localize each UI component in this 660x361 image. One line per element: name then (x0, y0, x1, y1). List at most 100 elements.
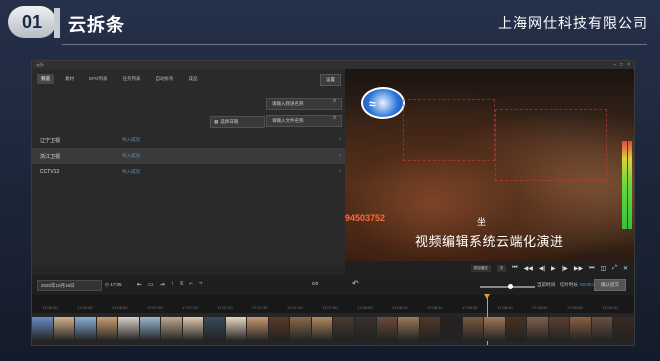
step-forward-icon[interactable]: |▶ (562, 265, 568, 272)
chevron-right-icon: › (339, 169, 341, 175)
thumbnail[interactable] (398, 317, 419, 341)
thumbnail[interactable] (268, 317, 290, 341)
thumbnail[interactable] (484, 317, 505, 341)
time-value: 17:05 (110, 282, 122, 287)
thumbnail[interactable] (462, 317, 484, 341)
jump-start-icon[interactable]: ⇤ (137, 281, 142, 288)
thumbnail[interactable] (96, 317, 118, 341)
company-name: 上海网仕科技有限公司 (498, 15, 648, 31)
toggle-button[interactable]: 关 (496, 264, 507, 272)
time-input[interactable]: ◷ 17:05 (105, 280, 121, 289)
tab-epg[interactable]: EPG列表 (85, 74, 112, 84)
channel-row[interactable]: 辽宁卫视 导入成功 › (32, 132, 345, 148)
zoom-slider[interactable] (480, 284, 535, 289)
thumbnail[interactable] (441, 317, 462, 341)
film-icon[interactable]: ▭ (148, 281, 154, 288)
date-picker[interactable]: ▦ 选择日期 (210, 116, 265, 128)
subtitle-main: 视频编辑系统云端化演进 (415, 234, 564, 249)
date-picker-label: 选择日期 (220, 119, 239, 124)
minimize-icon[interactable]: – (613, 62, 616, 68)
thumbnail[interactable] (53, 317, 75, 341)
ruler-tick-label: 17:06:50 (112, 305, 128, 310)
file-search-input[interactable]: 请输入文件名称 (266, 115, 342, 127)
thumbnail[interactable] (527, 317, 548, 341)
tab-tasks[interactable]: 任务列表 (119, 74, 145, 84)
submit-button[interactable]: 确认提交 (594, 279, 626, 291)
thumbnail-strip[interactable] (32, 317, 634, 341)
search-icon[interactable]: ⌕ (333, 98, 336, 105)
ruler-tick-label: 17:06:40 (77, 305, 93, 310)
close-icon[interactable]: × (627, 62, 630, 68)
ruler-tick-label: 17:09:00 (567, 305, 583, 310)
ruler-tick-label: 17:08:50 (532, 305, 548, 310)
watermark-number: 94503752 (345, 213, 386, 223)
mark-in-icon[interactable]: ⌐ (189, 281, 193, 288)
header-rule (62, 44, 647, 45)
timeline-ruler[interactable]: 17:06:30 17:06:40 17:06:50 17:07:00 17:07:10… (32, 295, 634, 313)
ruler-tick-label: 17:07:00 (147, 305, 163, 310)
mark-out-icon[interactable]: ¬ (199, 281, 203, 288)
thumbnail[interactable] (548, 317, 570, 341)
channel-search-input[interactable]: 请输入频道名称 (266, 98, 342, 110)
tab-auto-split[interactable]: 自动拆条 (152, 74, 178, 84)
thumbnail[interactable] (182, 317, 204, 341)
thumbnail[interactable] (505, 317, 527, 341)
fast-forward-icon[interactable]: ▶▶ (574, 265, 583, 272)
wave-logo-icon: ≈ (369, 97, 376, 111)
app-titlebar: 云拆 – □ × (32, 61, 634, 69)
original-play-button[interactable]: 原始播放 (470, 264, 491, 272)
thumbnail[interactable] (311, 317, 333, 341)
thumbnail[interactable] (376, 317, 398, 341)
channel-row[interactable]: 浙江卫视 导入成功 › (32, 148, 345, 164)
maximize-icon[interactable]: □ (620, 62, 623, 68)
undo-icon[interactable]: ↶ (352, 279, 359, 288)
skip-forward-icon[interactable]: ⏭ (589, 265, 594, 272)
thumbnail[interactable] (118, 317, 139, 341)
cut-in-icon[interactable]: ↑ (171, 281, 174, 288)
thumbnail[interactable] (247, 317, 268, 341)
fullscreen-icon[interactable]: ⤢ (612, 265, 617, 272)
window-title: 云拆 (36, 62, 44, 67)
rewind-icon[interactable]: ◀◀ (524, 265, 533, 272)
tab-material[interactable]: 素材 (61, 74, 78, 84)
menu-icon[interactable]: ≡ (180, 281, 184, 288)
thumbnail[interactable] (75, 317, 96, 341)
chevron-right-icon: › (339, 137, 341, 143)
volume-icon[interactable]: ◫ (600, 265, 606, 272)
tab-channel[interactable]: 频道 (37, 74, 54, 84)
thumbnail[interactable] (161, 317, 182, 341)
thumbnail[interactable] (290, 317, 311, 341)
window-controls: – □ × (613, 62, 630, 68)
thumbnail[interactable] (419, 317, 441, 341)
ruler-tick-label: 17:07:30 (252, 305, 268, 310)
ruler-tick-label: 17:09:10 (602, 305, 618, 310)
ruler-tick-label: 17:07:10 (182, 305, 198, 310)
thumbnail[interactable] (225, 317, 247, 341)
step-back-icon[interactable]: ◀| (539, 265, 545, 272)
thumbnail[interactable] (354, 317, 376, 341)
thumbnail[interactable] (570, 317, 591, 341)
thumbnail[interactable] (333, 317, 354, 341)
search-icon[interactable]: ⌕ (333, 115, 336, 122)
timeline-toolbar: 2020年10月19日 ◷ 17:05 ⇤ ▭ ⇥ ↑ ≡ ⌐ ¬ 0/0 ↶ … (32, 275, 634, 295)
video-preview[interactable]: ≈ 94503752 坐 视频编辑系统云端化演进 (345, 69, 634, 261)
skip-back-icon[interactable]: ⏮ (512, 265, 517, 272)
jump-end-icon[interactable]: ⇥ (160, 281, 165, 288)
slider-knob[interactable] (508, 284, 513, 289)
detection-box (495, 109, 607, 181)
thumbnail[interactable] (204, 317, 225, 341)
thumbnail[interactable] (32, 317, 53, 341)
ruler-tick-label: 17:08:30 (462, 305, 478, 310)
settings-button[interactable]: 设置 (320, 74, 341, 86)
date-select[interactable]: 2020年10月19日 (37, 280, 102, 291)
channel-row[interactable]: CCTV13 导入成功 › (32, 164, 345, 180)
tab-products[interactable]: 成品 (185, 74, 202, 84)
thumbnail[interactable] (591, 317, 613, 341)
close-icon[interactable]: ✕ (623, 265, 628, 272)
tab-bar: 频道 素材 EPG列表 任务列表 自动拆条 成品 (32, 69, 345, 89)
thumbnail[interactable] (613, 317, 634, 341)
slide-number: 01 (21, 11, 43, 32)
ruler-tick-label: 17:08:10 (392, 305, 408, 310)
thumbnail[interactable] (139, 317, 161, 341)
play-icon[interactable]: ▶ (551, 265, 556, 272)
